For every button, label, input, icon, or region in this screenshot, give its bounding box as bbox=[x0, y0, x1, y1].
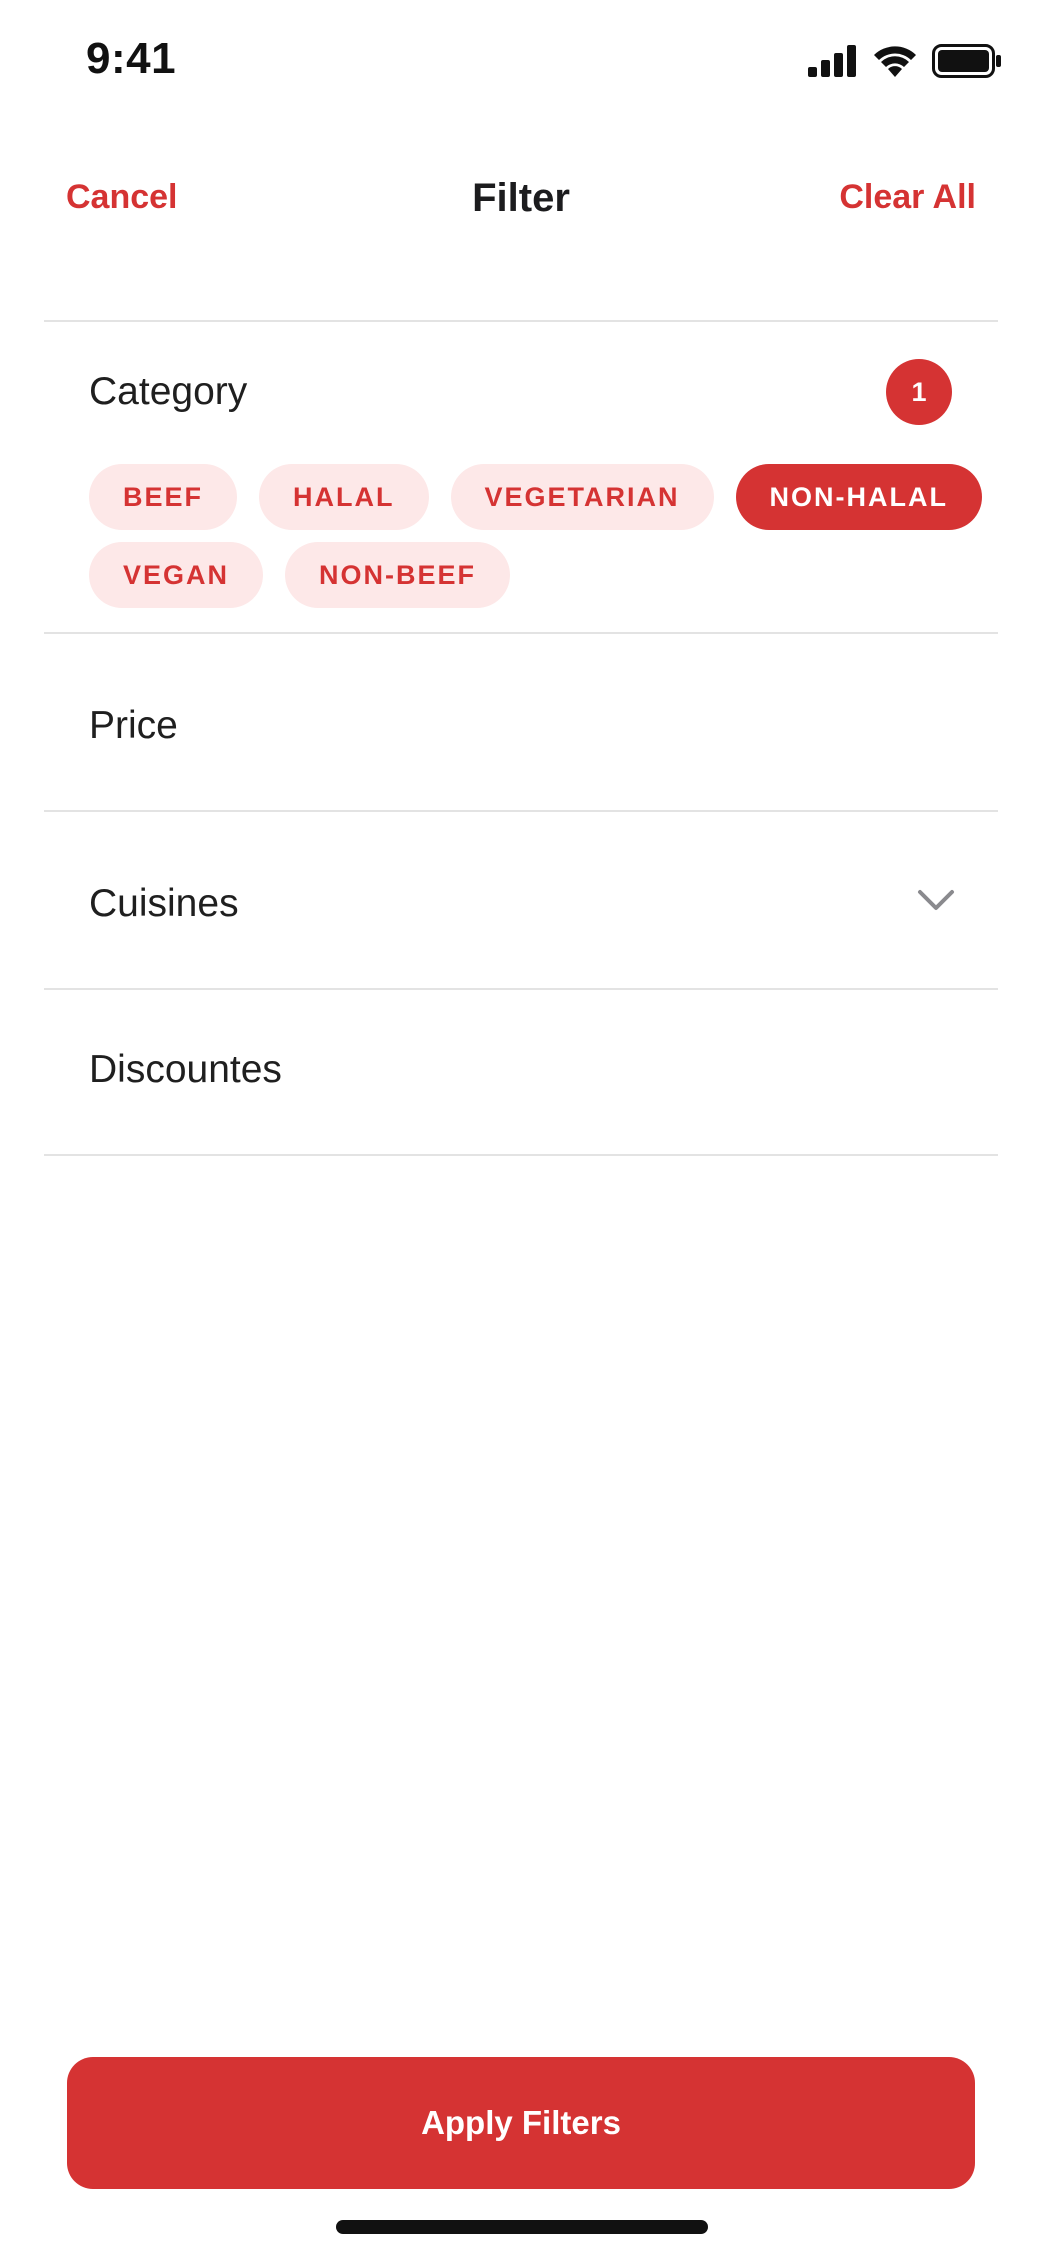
apply-filters-button[interactable]: Apply Filters bbox=[67, 2057, 975, 2189]
divider bbox=[44, 1154, 998, 1156]
category-chip-vegan[interactable]: VEGAN bbox=[89, 542, 264, 608]
nav-bar: Cancel Filter Clear All bbox=[0, 160, 1042, 240]
cuisines-section-title[interactable]: Cuisines bbox=[89, 882, 239, 926]
category-chip-non-beef[interactable]: NON-BEEF bbox=[285, 542, 511, 608]
divider bbox=[44, 632, 998, 634]
wifi-icon bbox=[874, 46, 916, 77]
discounts-section-title[interactable]: Discountes bbox=[89, 1048, 282, 1092]
category-chips: BEEF HALAL VEGETARIAN NON-HALAL VEGAN NON-BEE… bbox=[89, 464, 989, 608]
category-section-title[interactable]: Category bbox=[89, 370, 247, 414]
battery-icon bbox=[932, 44, 1001, 78]
home-indicator bbox=[336, 2220, 708, 2234]
clear-all-button[interactable]: Clear All bbox=[839, 178, 976, 217]
cellular-signal-icon bbox=[808, 45, 856, 77]
price-section-title[interactable]: Price bbox=[89, 704, 178, 748]
category-chip-non-halal[interactable]: NON-HALAL bbox=[735, 464, 982, 530]
chevron-down-icon[interactable] bbox=[916, 886, 956, 914]
status-bar: 9:41 bbox=[0, 0, 1042, 130]
category-chip-vegetarian[interactable]: VEGETARIAN bbox=[450, 464, 714, 530]
category-chip-halal[interactable]: HALAL bbox=[259, 464, 429, 530]
category-chip-beef[interactable]: BEEF bbox=[89, 464, 238, 530]
divider bbox=[44, 320, 998, 322]
category-count-badge: 1 bbox=[886, 359, 952, 425]
divider bbox=[44, 810, 998, 812]
status-time: 9:41 bbox=[86, 34, 177, 83]
divider bbox=[44, 988, 998, 990]
status-icons bbox=[808, 44, 1002, 78]
